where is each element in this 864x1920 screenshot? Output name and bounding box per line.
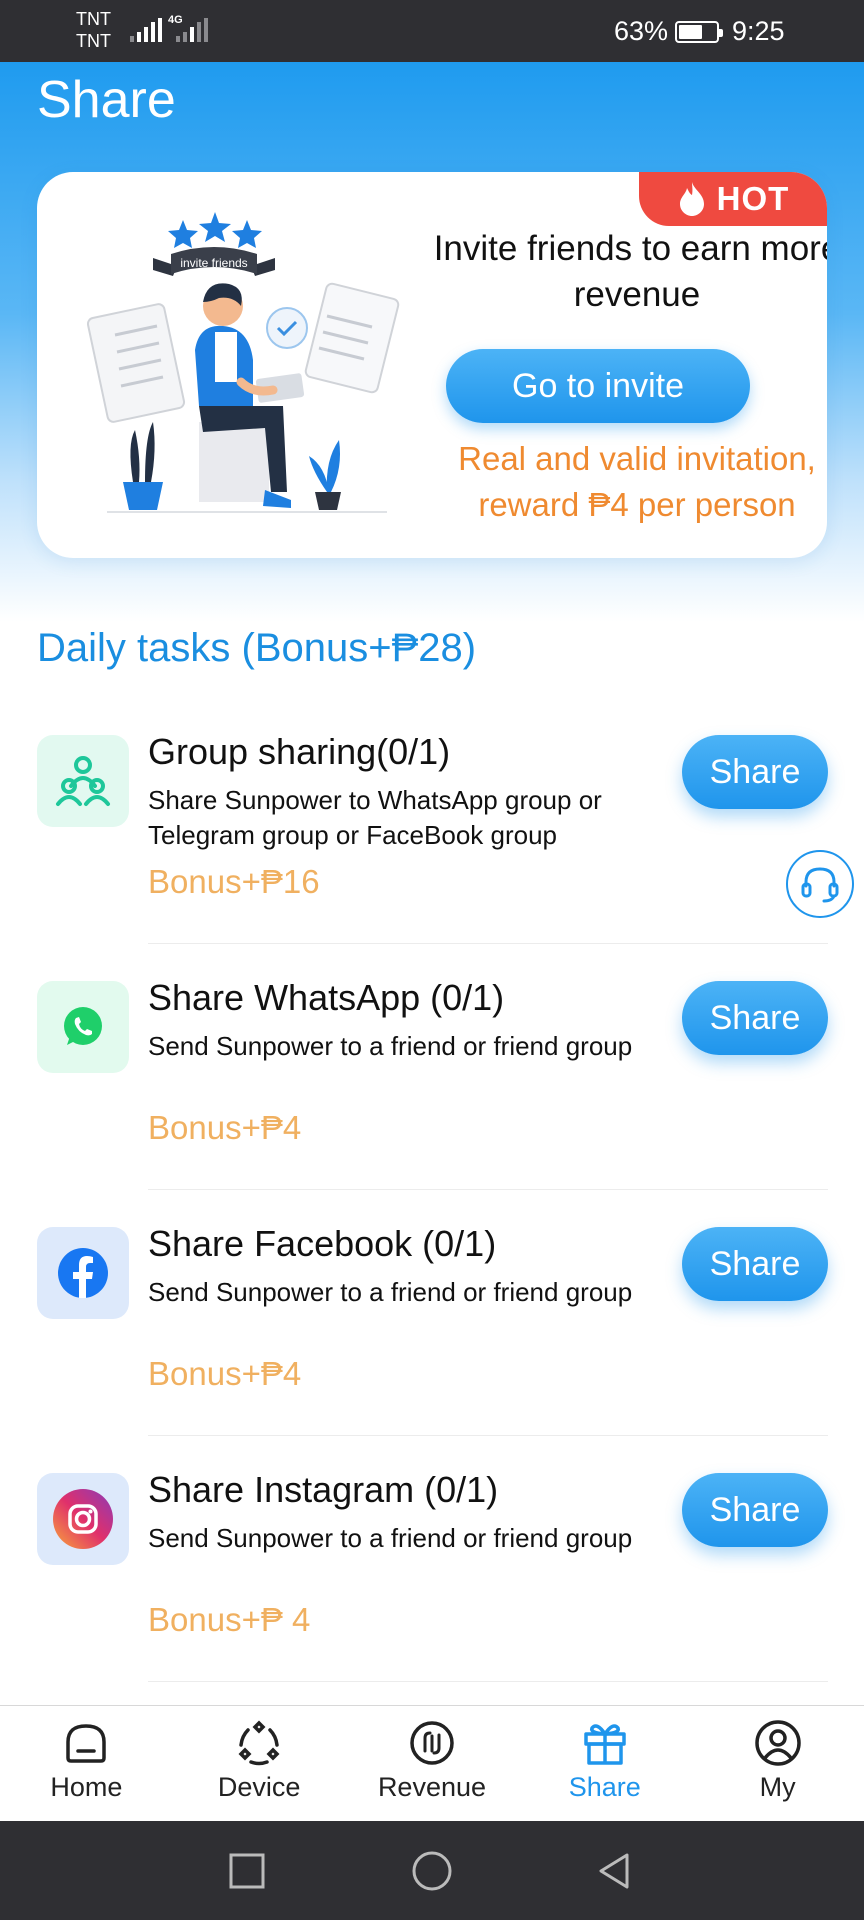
task-row-whatsapp: Share WhatsApp (0/1) Send Sunpower to a … [0, 977, 864, 1227]
instagram-icon [37, 1473, 129, 1565]
task-title: Share Instagram (0/1) [148, 1469, 499, 1510]
task-description: Send Sunpower to a friend or friend grou… [148, 1523, 633, 1553]
invite-headline: Invite friends to earn more revenue [433, 229, 827, 314]
facebook-icon [37, 1227, 129, 1319]
nav-revenue[interactable]: Revenue [346, 1706, 519, 1821]
task-row-facebook: Share Facebook (0/1) Send Sunpower to a … [0, 1223, 864, 1473]
invite-reward-note: Real and valid invitation, reward ₱4 per… [458, 440, 816, 523]
customer-service-button[interactable] [786, 850, 854, 918]
task-title: Share WhatsApp (0/1) [148, 977, 505, 1018]
gift-icon [584, 1724, 626, 1765]
invite-illustration: invite friends [87, 212, 400, 513]
nav-home[interactable]: Home [0, 1706, 173, 1821]
task-row-instagram: Share Instagram (0/1) Send Sunpower to a… [0, 1469, 864, 1719]
share-group-button[interactable]: Share [682, 735, 828, 809]
go-to-invite-button[interactable]: Go to invite [446, 349, 750, 423]
nav-label: My [759, 1772, 796, 1802]
nav-my[interactable]: My [691, 1706, 864, 1821]
back-icon[interactable] [593, 1849, 637, 1893]
device-icon [238, 1720, 280, 1766]
share-facebook-button[interactable]: Share [682, 1227, 828, 1301]
signal-icon-2 [176, 18, 208, 42]
hot-badge: HOT [639, 172, 827, 226]
user-icon [754, 1720, 801, 1766]
task-title: Share Facebook (0/1) [148, 1223, 497, 1264]
task-bonus: Bonus+₱4 [148, 1355, 302, 1392]
divider [148, 1435, 828, 1436]
task-bonus: Bonus+₱16 [148, 863, 320, 900]
task-row-group-sharing: Group sharing(0/1) Share Sunpower to Wha… [0, 731, 864, 981]
illustration-label: invite friends [180, 256, 247, 270]
task-description: Send Sunpower to a friend or friend grou… [148, 1031, 633, 1061]
signal-icon [130, 18, 162, 42]
task-bonus: Bonus+₱4 [148, 1109, 302, 1146]
nav-label: Share [568, 1772, 641, 1802]
bottom-navigation: Home Device Revenue Share My [0, 1705, 864, 1821]
divider [148, 943, 828, 944]
hot-label: HOT [716, 180, 790, 217]
nav-label: Home [50, 1772, 123, 1802]
status-bar: TNT TNT 4G 63% 9:25 [0, 0, 864, 62]
home-circle-icon[interactable] [410, 1849, 454, 1893]
divider [148, 1681, 828, 1682]
flame-icon [679, 182, 704, 216]
task-description: Share Sunpower to WhatsApp group or Tele… [148, 785, 602, 850]
recent-apps-icon[interactable] [225, 1849, 269, 1893]
clock: 9:25 [732, 16, 785, 46]
revenue-icon [410, 1721, 454, 1765]
carrier-labels: TNT TNT [76, 8, 111, 52]
page-title: Share [37, 71, 176, 129]
system-navigation-bar [0, 1821, 864, 1920]
share-whatsapp-button[interactable]: Share [682, 981, 828, 1055]
group-icon [37, 735, 129, 827]
daily-tasks-title: Daily tasks (Bonus+₱28) [37, 626, 477, 670]
nav-label: Revenue [377, 1772, 487, 1802]
battery-percent: 63% [614, 16, 669, 46]
carrier-2: TNT [76, 31, 111, 51]
invite-card: HOT invite friends Invite friends to ear… [37, 172, 827, 558]
task-bonus: Bonus+₱ 4 [148, 1601, 311, 1638]
share-instagram-button[interactable]: Share [682, 1473, 828, 1547]
battery-icon [675, 21, 723, 43]
home-icon [66, 1724, 107, 1763]
headset-icon [801, 867, 839, 903]
carrier-1: TNT [76, 9, 111, 29]
task-title: Group sharing(0/1) [148, 731, 451, 772]
divider [148, 1189, 828, 1190]
task-description: Send Sunpower to a friend or friend grou… [148, 1277, 633, 1307]
nav-share[interactable]: Share [518, 1706, 691, 1821]
nav-device[interactable]: Device [173, 1706, 346, 1821]
nav-label: Device [217, 1772, 301, 1802]
whatsapp-icon [37, 981, 129, 1073]
